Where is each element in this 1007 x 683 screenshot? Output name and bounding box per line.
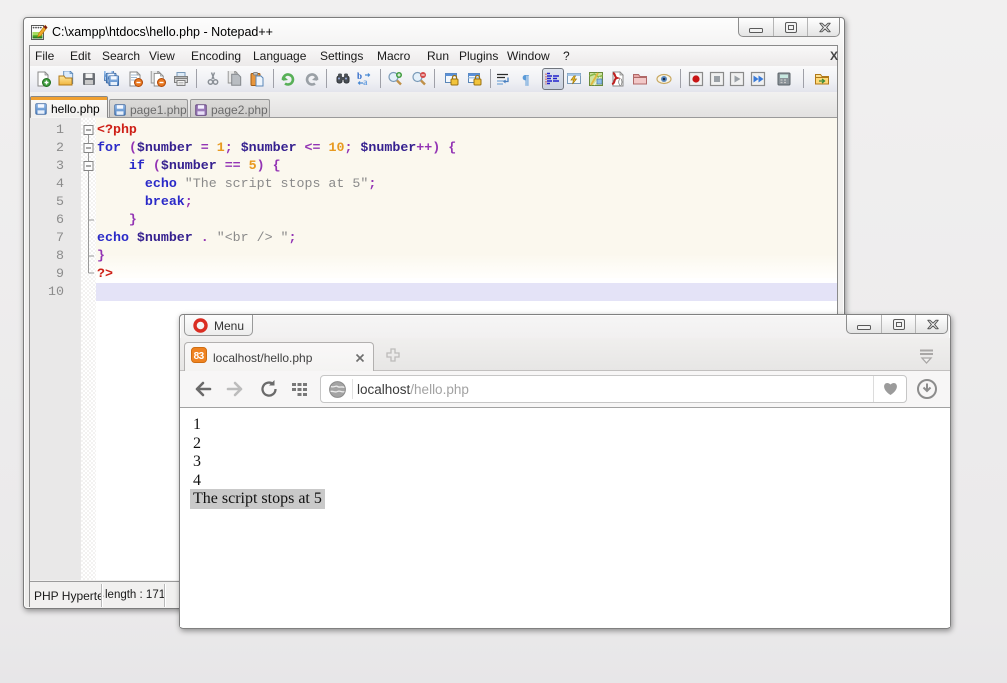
- svg-text:a: a: [363, 77, 368, 87]
- svg-text:(): (): [618, 79, 623, 86]
- svg-text:b: b: [357, 71, 362, 81]
- svg-text:83: 83: [194, 351, 205, 362]
- svg-text:¶: ¶: [522, 73, 530, 87]
